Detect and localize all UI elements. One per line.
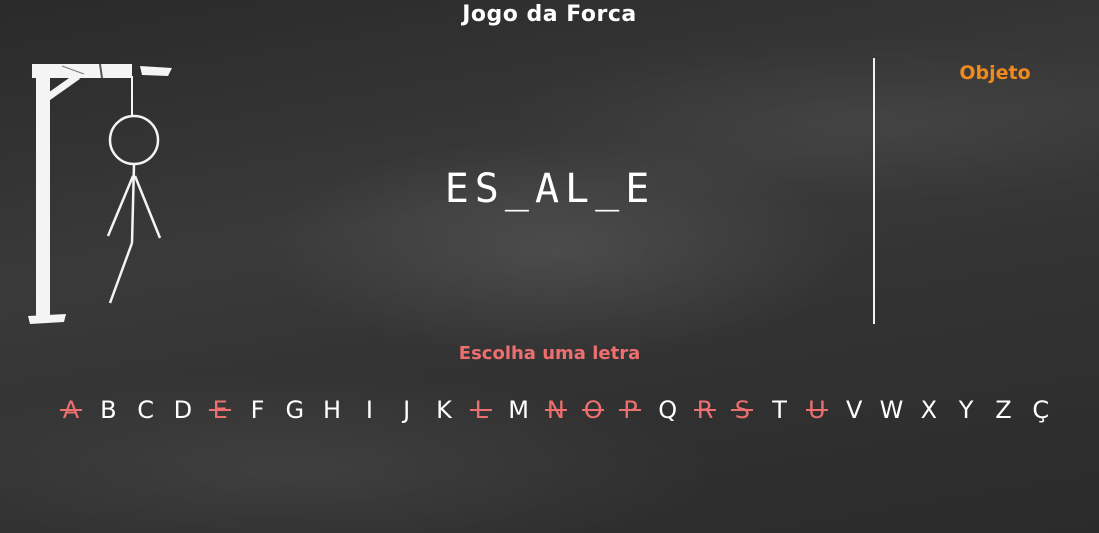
letter-button-o[interactable]: O	[578, 392, 608, 428]
letter-button-w[interactable]: W	[877, 392, 907, 428]
word-display: ES_AL_E	[444, 166, 656, 212]
letter-button-m[interactable]: M	[504, 392, 534, 428]
letter-button-p[interactable]: P	[615, 392, 645, 428]
hangman-right-arm	[133, 175, 162, 239]
letter-button-e[interactable]: E	[205, 392, 235, 428]
hangman-head	[108, 114, 160, 166]
letter-keyboard: ABCDEFGHIJKLMNOPQRSTUVWXYZÇ	[56, 392, 1056, 428]
category-label: Objeto	[959, 62, 1031, 84]
letter-button-c[interactable]: C	[131, 392, 161, 428]
hangman-gallows	[28, 63, 172, 324]
letter-button-s[interactable]: S	[727, 392, 757, 428]
letter-button-h[interactable]: H	[317, 392, 347, 428]
letter-button-x[interactable]: X	[914, 392, 944, 428]
letter-button-g[interactable]: G	[280, 392, 310, 428]
letter-button-q[interactable]: Q	[653, 392, 683, 428]
hangman-left-arm	[106, 175, 135, 237]
choose-letter-prompt: Escolha uma letra	[458, 343, 641, 364]
letter-button-t[interactable]: T	[765, 392, 795, 428]
letter-button-n[interactable]: N	[541, 392, 571, 428]
letter-button-v[interactable]: V	[839, 392, 869, 428]
letter-button-a[interactable]: A	[56, 392, 86, 428]
letter-button-r[interactable]: R	[690, 392, 720, 428]
letter-button-y[interactable]: Y	[951, 392, 981, 428]
divider	[873, 58, 875, 324]
gallows-beam	[32, 64, 132, 78]
letter-button-i[interactable]: I	[354, 392, 384, 428]
letter-button-j[interactable]: J	[392, 392, 422, 428]
gallows-post	[36, 70, 50, 318]
letter-button-k[interactable]: K	[429, 392, 459, 428]
letter-button-z[interactable]: Z	[988, 392, 1018, 428]
gallows-base	[28, 314, 66, 324]
letter-button-u[interactable]: U	[802, 392, 832, 428]
hangman-left-leg	[108, 242, 134, 304]
letter-button-l[interactable]: L	[466, 392, 496, 428]
letter-button-b[interactable]: B	[93, 392, 123, 428]
letter-button-ç[interactable]: Ç	[1026, 392, 1056, 428]
letter-button-f[interactable]: F	[242, 392, 272, 428]
game-title: Jogo da Forca	[462, 2, 637, 27]
letter-button-d[interactable]: D	[168, 392, 198, 428]
